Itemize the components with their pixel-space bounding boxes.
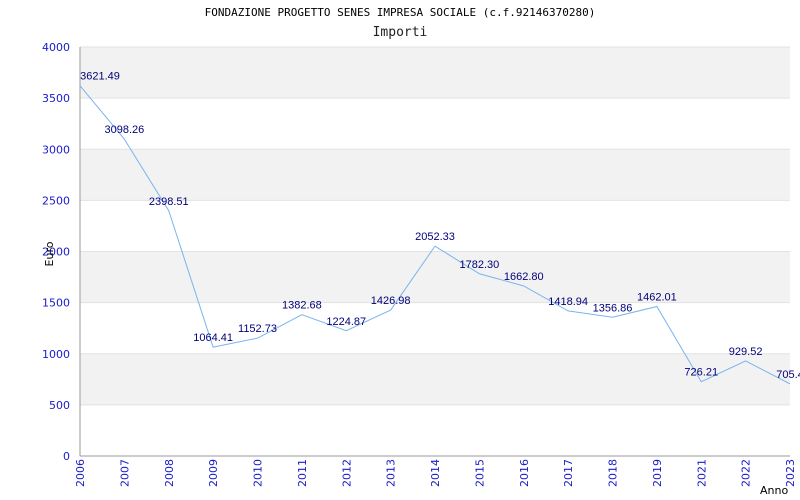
x-tick-label: 2013 [385,459,398,487]
data-label: 705.4 [776,369,800,381]
y-tick-label: 1500 [42,297,70,310]
grid-band [80,353,790,405]
data-label: 1418.94 [548,296,588,308]
x-tick-label: 2016 [518,459,531,487]
y-tick-label: 2500 [42,194,70,207]
x-tick-label: 2012 [340,459,353,487]
y-tick-label: 500 [49,399,70,412]
y-tick-label: 3000 [42,143,70,156]
data-label: 1356.86 [593,302,633,314]
y-tick-label: 0 [63,450,70,463]
data-label: 2052.33 [415,231,455,243]
data-label: 1462.01 [637,292,677,304]
grid-band [80,149,790,201]
data-label: 1224.87 [326,316,366,328]
data-label: 1662.80 [504,271,544,283]
x-tick-label: 2010 [252,459,265,487]
x-tick-label: 2018 [607,459,620,487]
x-tick-label: 2022 [740,459,753,487]
x-tick-label: 2008 [163,459,176,487]
grid-band [80,251,790,303]
x-tick-label: 2017 [562,459,575,487]
y-tick-label: 4000 [42,41,70,54]
data-label: 1426.98 [371,295,411,307]
x-tick-label: 2023 [784,459,797,487]
grid-band [80,47,790,99]
line-chart: 05001000150020002500300035004000 2006 200… [42,41,800,497]
data-label: 929.52 [729,346,763,358]
x-tick-label: 2006 [74,459,87,487]
x-tick-label: 2021 [695,459,708,487]
x-axis-label: Anno [760,484,788,497]
data-labels: 3621.49 3098.26 2398.51 1064.41 1152.73 1382.… [80,71,800,381]
x-tick-label: 2009 [207,459,220,487]
x-tick-labels: 2006 2007 2008 2009 2010 2011 2012 2013 2014 2015… [74,459,797,487]
data-label: 1782.30 [459,259,499,271]
y-axis-label: Euro [43,241,56,266]
data-label: 1152.73 [238,323,277,335]
data-label: 1064.41 [193,332,233,344]
data-label: 726.21 [684,367,718,379]
data-label: 1382.68 [282,300,322,312]
x-tick-label: 2019 [651,459,664,487]
data-label: 3621.49 [80,71,120,83]
data-label: 3098.26 [104,124,144,136]
y-tick-label: 1000 [42,348,70,361]
x-tick-label: 2007 [118,459,131,487]
data-label: 2398.51 [149,196,189,208]
x-tick-label: 2015 [473,459,486,487]
y-tick-label: 3500 [42,92,70,105]
x-tick-label: 2011 [296,459,309,487]
x-tick-label: 2014 [429,459,442,487]
